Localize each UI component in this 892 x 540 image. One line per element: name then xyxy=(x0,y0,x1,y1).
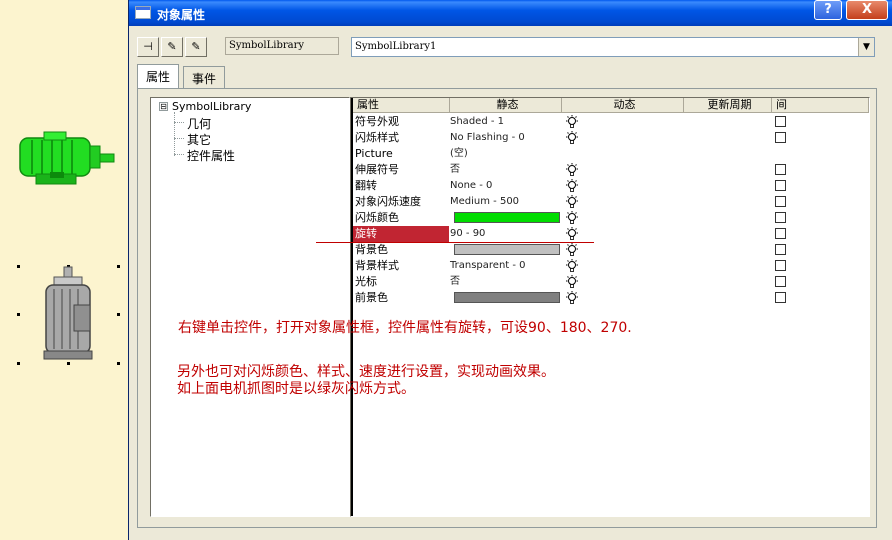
indirect-checkbox[interactable] xyxy=(775,212,786,223)
indirect-checkbox[interactable] xyxy=(775,292,786,303)
property-row-name[interactable]: 背景样式 xyxy=(353,258,449,274)
indirect-checkbox[interactable] xyxy=(775,196,786,207)
pin-icon: ⊣ xyxy=(143,40,153,53)
property-row-name[interactable]: 符号外观 xyxy=(353,114,449,130)
lightbulb-icon[interactable] xyxy=(565,291,579,305)
lightbulb-icon[interactable] xyxy=(565,227,579,241)
title-bar[interactable]: 对象属性 ? X xyxy=(129,0,892,26)
property-row-value[interactable]: 否 xyxy=(450,274,560,290)
collapse-icon[interactable]: ⊟ xyxy=(159,102,168,111)
property-row-value[interactable]: Transparent - 0 xyxy=(450,258,560,274)
color-swatch[interactable] xyxy=(454,244,560,255)
col-header-static[interactable]: 静态 xyxy=(450,98,562,113)
object-name-combo[interactable]: SymbolLibrary1 ▼ xyxy=(351,37,875,57)
property-row-name[interactable]: 伸展符号 xyxy=(353,162,449,178)
indirect-checkbox[interactable] xyxy=(775,116,786,127)
tree-root-label: SymbolLibrary xyxy=(172,100,252,113)
object-name-value: SymbolLibrary1 xyxy=(355,41,437,52)
property-row-value[interactable]: 否 xyxy=(450,162,560,178)
indirect-checkbox[interactable] xyxy=(775,260,786,271)
tree-item-other[interactable]: 其它 xyxy=(187,131,211,148)
tree-root-item[interactable]: ⊟ SymbolLibrary xyxy=(159,100,251,113)
lightbulb-icon[interactable] xyxy=(565,131,579,145)
color-swatch[interactable] xyxy=(454,292,560,303)
window-title: 对象属性 xyxy=(157,8,206,22)
tree-item-geometry[interactable]: 几何 xyxy=(187,115,211,132)
indirect-checkbox[interactable] xyxy=(775,228,786,239)
annotation-underline xyxy=(316,242,594,243)
lightbulb-icon[interactable] xyxy=(565,163,579,177)
indirect-checkbox[interactable] xyxy=(775,276,786,287)
indirect-checkbox[interactable] xyxy=(775,164,786,175)
selection-handle[interactable] xyxy=(17,362,20,365)
gray-motor-icon[interactable] xyxy=(40,265,96,363)
lightbulb-icon[interactable] xyxy=(565,275,579,289)
indirect-checkbox[interactable] xyxy=(775,132,786,143)
chevron-down-icon[interactable]: ▼ xyxy=(858,38,874,56)
annotation-line-3: 如上面电机抓图时是以绿灰闪烁方式。 xyxy=(177,381,415,397)
lightbulb-icon[interactable] xyxy=(565,179,579,193)
property-row-name[interactable]: 对象闪烁速度 xyxy=(353,194,449,210)
property-row-name[interactable]: Picture xyxy=(353,146,449,162)
property-row-value[interactable]: Shaded - 1 xyxy=(450,114,560,130)
pin-button[interactable]: ⊣ xyxy=(137,37,159,57)
color-swatch[interactable] xyxy=(454,212,560,223)
col-header-property[interactable]: 属性 xyxy=(353,98,450,113)
tab-events[interactable]: 事件 xyxy=(183,66,226,88)
indirect-checkbox[interactable] xyxy=(775,180,786,191)
property-row-name[interactable]: 前景色 xyxy=(353,290,449,306)
selection-handle[interactable] xyxy=(117,362,120,365)
lightbulb-icon[interactable] xyxy=(565,211,579,225)
object-type-field: SymbolLibrary xyxy=(225,37,339,55)
selection-handle[interactable] xyxy=(17,265,20,268)
property-row-name[interactable]: 旋转 xyxy=(353,226,449,242)
green-motor-icon[interactable] xyxy=(18,130,118,188)
property-tree: ⊟ SymbolLibrary 几何 其它 控件属性 xyxy=(150,97,350,517)
property-row-name[interactable]: 闪烁颜色 xyxy=(353,210,449,226)
selection-handle[interactable] xyxy=(117,265,120,268)
col-header-indirect[interactable]: 间 xyxy=(772,98,869,113)
annotation-line-1: 右键单击控件，打开对象属性框，控件属性有旋转，可设90、180、270. xyxy=(178,320,632,336)
property-row-name[interactable]: 翻转 xyxy=(353,178,449,194)
property-row-value[interactable]: 90 - 90 xyxy=(450,226,560,242)
col-header-dynamic[interactable]: 动态 xyxy=(562,98,684,113)
property-row-value[interactable]: No Flashing - 0 xyxy=(450,130,560,146)
property-row-name[interactable]: 背景色 xyxy=(353,242,449,258)
property-row-value[interactable]: (空) xyxy=(450,146,560,162)
eyedropper-button[interactable]: ✎ xyxy=(161,37,183,57)
window-icon xyxy=(135,6,151,19)
help-button[interactable]: ? xyxy=(814,0,842,20)
lightbulb-icon[interactable] xyxy=(565,195,579,209)
lightbulb-icon[interactable] xyxy=(565,243,579,257)
properties-panel: ⊟ SymbolLibrary 几何 其它 控件属性 属性 静态 动态 更新周期 … xyxy=(137,88,877,528)
close-button[interactable]: X xyxy=(846,0,888,20)
property-row-value[interactable]: None - 0 xyxy=(450,178,560,194)
indirect-checkbox[interactable] xyxy=(775,244,786,255)
eyedropper-icon: ✎ xyxy=(167,40,177,53)
col-header-update-cycle[interactable]: 更新周期 xyxy=(684,98,772,113)
lightbulb-icon[interactable] xyxy=(565,115,579,129)
object-properties-dialog: 对象属性 ? X ⊣ ✎ ✎ SymbolLibrary SymbolLibra… xyxy=(128,0,892,540)
property-row-name[interactable]: 闪烁样式 xyxy=(353,130,449,146)
tree-item-control-props[interactable]: 控件属性 xyxy=(187,147,235,164)
drawing-canvas xyxy=(0,0,128,540)
selection-handle[interactable] xyxy=(17,313,20,316)
lightbulb-icon[interactable] xyxy=(565,259,579,273)
selection-handle[interactable] xyxy=(117,313,120,316)
tab-properties[interactable]: 属性 xyxy=(137,64,180,88)
property-row-value[interactable]: Medium - 500 xyxy=(450,194,560,210)
property-row-name[interactable]: 光标 xyxy=(353,274,449,290)
property-grid: 属性 静态 动态 更新周期 间 符号外观 Shaded - 1 闪烁样式 No Fla… xyxy=(350,97,870,517)
eyedropper-alt-icon: ✎ xyxy=(191,40,201,53)
eyedropper-alt-button[interactable]: ✎ xyxy=(185,37,207,57)
